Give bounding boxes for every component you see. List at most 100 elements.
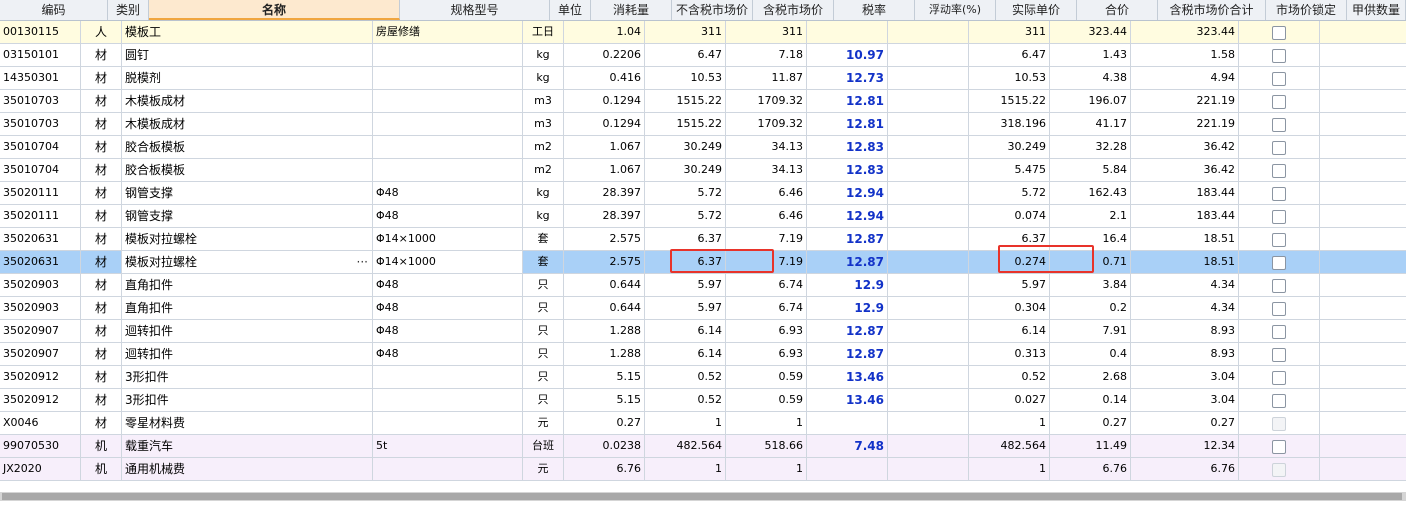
cell-unit[interactable]: 套: [523, 228, 564, 250]
table-row[interactable]: 35020631 材 模板对拉螺栓 Φ14×1000 套 2.575 6.37 7.19 12.…: [0, 228, 1406, 251]
cell-float[interactable]: [888, 90, 969, 112]
cell-name[interactable]: 3形扣件: [122, 366, 373, 388]
header-type[interactable]: 类别: [108, 0, 149, 20]
table-row[interactable]: 35010703 材 木模板成材 m3 0.1294 1515.22 1709.32 12.8…: [0, 90, 1406, 113]
cell-tax[interactable]: [807, 21, 888, 43]
cell-qty[interactable]: 5.15: [564, 366, 645, 388]
cell-unit[interactable]: 只: [523, 389, 564, 411]
cell-qty[interactable]: 0.644: [564, 297, 645, 319]
cell-actual[interactable]: 311: [969, 21, 1050, 43]
cell-qty[interactable]: 0.1294: [564, 90, 645, 112]
header-qty[interactable]: 消耗量: [591, 0, 672, 20]
cell-float[interactable]: [888, 67, 969, 89]
cell-qty[interactable]: 5.15: [564, 389, 645, 411]
cell-price-in[interactable]: 6.74: [726, 297, 807, 319]
cell-supply[interactable]: [1320, 205, 1379, 227]
lock-checkbox[interactable]: [1272, 393, 1286, 408]
cell-price-ex[interactable]: 30.249: [645, 136, 726, 158]
cell-name[interactable]: 钢管支撑: [122, 205, 373, 227]
cell-spec[interactable]: [373, 136, 523, 158]
cell-supply[interactable]: [1320, 274, 1379, 296]
cell-code[interactable]: X0046: [0, 412, 81, 434]
cell-supply[interactable]: [1320, 297, 1379, 319]
cell-supply[interactable]: [1320, 44, 1379, 66]
header-total[interactable]: 合价: [1077, 0, 1158, 20]
cell-tax[interactable]: 12.73: [807, 67, 888, 89]
header-lock[interactable]: 市场价锁定: [1266, 0, 1347, 20]
cell-actual[interactable]: 5.97: [969, 274, 1050, 296]
cell-qty[interactable]: 1.288: [564, 320, 645, 342]
cell-supply[interactable]: [1320, 412, 1379, 434]
cell-code[interactable]: 14350301: [0, 67, 81, 89]
cell-price-ex[interactable]: 0.52: [645, 366, 726, 388]
cell-name[interactable]: 3形扣件: [122, 389, 373, 411]
cell-spec[interactable]: [373, 389, 523, 411]
table-row[interactable]: 35020912 材 3形扣件 只 5.15 0.52 0.59 13.46 0.027 0.14…: [0, 389, 1406, 412]
cell-qty[interactable]: 0.644: [564, 274, 645, 296]
cell-unit[interactable]: kg: [523, 44, 564, 66]
cell-tax[interactable]: 12.87: [807, 343, 888, 365]
cell-float[interactable]: [888, 343, 969, 365]
cell-name[interactable]: 木模板成材: [122, 113, 373, 135]
cell-unit[interactable]: m3: [523, 113, 564, 135]
cell-qty[interactable]: 28.397: [564, 205, 645, 227]
cell-code[interactable]: 99070530: [0, 435, 81, 457]
cell-code[interactable]: 35020907: [0, 320, 81, 342]
lock-checkbox[interactable]: [1272, 232, 1286, 247]
cell-price-in[interactable]: 1: [726, 458, 807, 480]
cell-price-ex[interactable]: 5.72: [645, 182, 726, 204]
cell-name[interactable]: 模板对拉螺栓: [122, 228, 373, 250]
cell-code[interactable]: 00130115: [0, 21, 81, 43]
header-price-in[interactable]: 含税市场价: [753, 0, 834, 20]
cell-spec[interactable]: [373, 412, 523, 434]
cell-name[interactable]: 钢管支撑: [122, 182, 373, 204]
cell-supply[interactable]: [1320, 90, 1379, 112]
table-row[interactable]: 35020907 材 迴转扣件 Φ48 只 1.288 6.14 6.93 12.87 6.14 7…: [0, 320, 1406, 343]
cell-tax[interactable]: 7.48: [807, 435, 888, 457]
cell-unit[interactable]: 台班: [523, 435, 564, 457]
cell-price-ex[interactable]: 6.47: [645, 44, 726, 66]
cell-unit[interactable]: m2: [523, 136, 564, 158]
cell-price-in[interactable]: 11.87: [726, 67, 807, 89]
cell-actual[interactable]: 6.47: [969, 44, 1050, 66]
cell-code[interactable]: 35020111: [0, 205, 81, 227]
cell-supply[interactable]: [1320, 67, 1379, 89]
cell-float[interactable]: [888, 205, 969, 227]
cell-spec[interactable]: [373, 44, 523, 66]
lock-checkbox[interactable]: [1272, 209, 1286, 224]
cell-supply[interactable]: [1320, 366, 1379, 388]
cell-supply[interactable]: [1320, 320, 1379, 342]
cell-float[interactable]: [888, 228, 969, 250]
cell-price-ex[interactable]: 482.564: [645, 435, 726, 457]
cell-code[interactable]: 35020903: [0, 274, 81, 296]
cell-float[interactable]: [888, 389, 969, 411]
cell-spec[interactable]: [373, 113, 523, 135]
cell-unit[interactable]: m3: [523, 90, 564, 112]
header-tax[interactable]: 税率: [834, 0, 915, 20]
cell-tax[interactable]: 12.9: [807, 297, 888, 319]
header-spec[interactable]: 规格型号: [400, 0, 550, 20]
cell-supply[interactable]: [1320, 458, 1379, 480]
cell-float[interactable]: [888, 412, 969, 434]
cell-float[interactable]: [888, 366, 969, 388]
cell-code[interactable]: 35020111: [0, 182, 81, 204]
cell-price-in[interactable]: 7.18: [726, 44, 807, 66]
cell-unit[interactable]: kg: [523, 67, 564, 89]
cell-unit[interactable]: kg: [523, 205, 564, 227]
lock-checkbox[interactable]: [1272, 278, 1286, 293]
cell-name[interactable]: 圆钉: [122, 44, 373, 66]
cell-spec[interactable]: Φ48: [373, 205, 523, 227]
cell-tax[interactable]: 12.87: [807, 228, 888, 250]
cell-price-ex[interactable]: 30.249: [645, 159, 726, 181]
cell-supply[interactable]: [1320, 21, 1379, 43]
cell-price-in[interactable]: 7.19: [726, 228, 807, 250]
cell-supply[interactable]: [1320, 136, 1379, 158]
cell-float[interactable]: [888, 44, 969, 66]
cell-tax[interactable]: 12.87: [807, 320, 888, 342]
cell-actual[interactable]: 0.027: [969, 389, 1050, 411]
lock-checkbox[interactable]: [1272, 370, 1286, 385]
cell-actual[interactable]: 6.14: [969, 320, 1050, 342]
cell-price-in[interactable]: 6.74: [726, 274, 807, 296]
cell-spec[interactable]: Φ14×1000: [373, 251, 523, 273]
table-row[interactable]: 35020907 材 迴转扣件 Φ48 只 1.288 6.14 6.93 12.87 0.313…: [0, 343, 1406, 366]
